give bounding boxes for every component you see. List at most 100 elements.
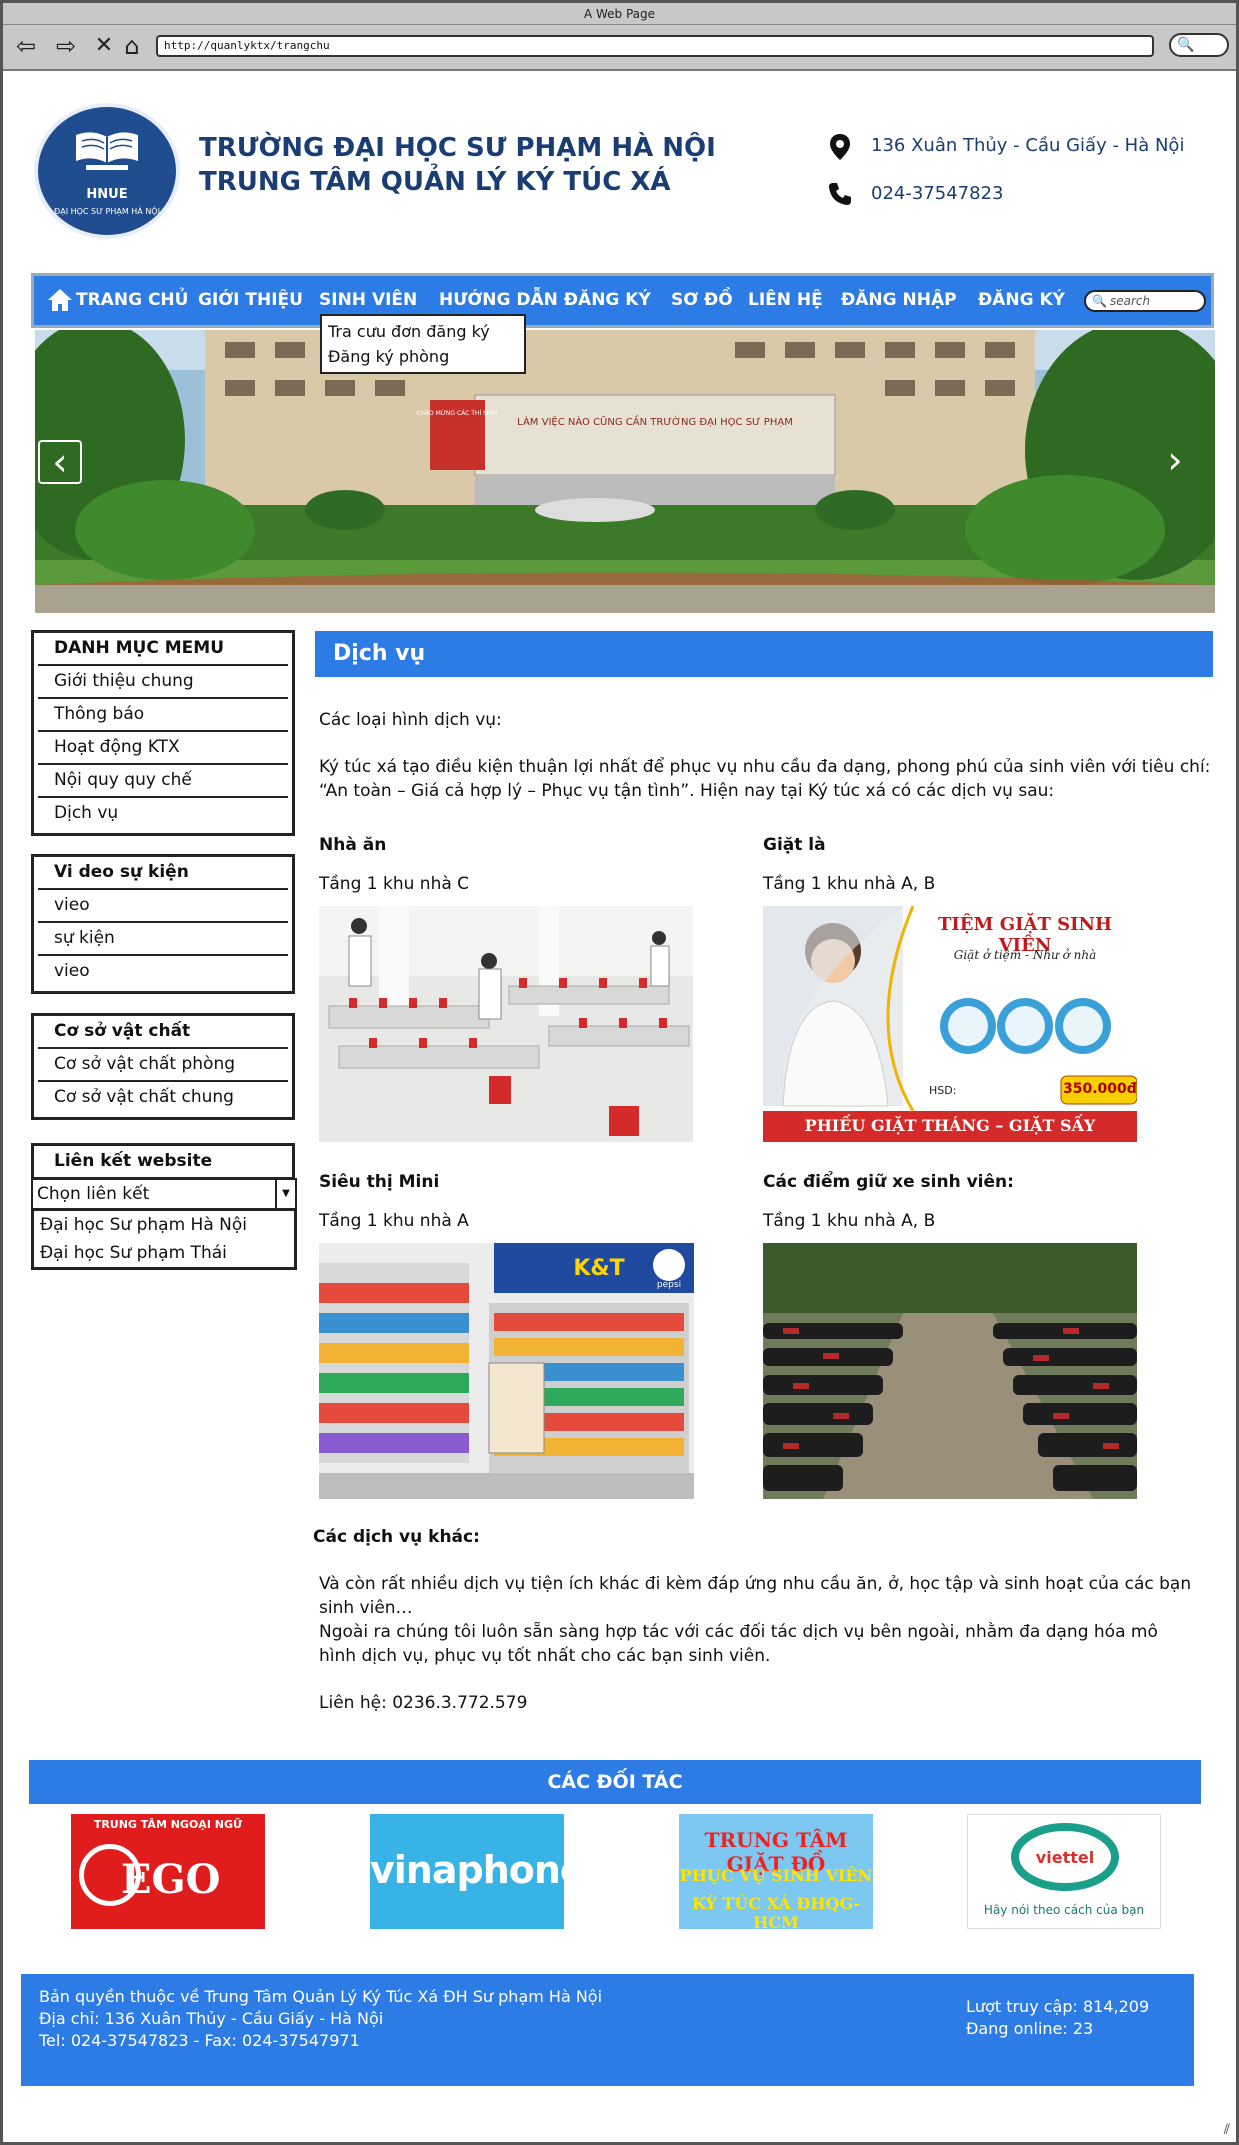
category-menu-title: DANH MỤC MEMU <box>38 633 288 666</box>
window-title: A Web Page <box>3 3 1236 25</box>
menu-guide[interactable]: HƯỚNG DẪN ĐĂNG KÝ <box>439 290 651 310</box>
partner-ego-logo[interactable]: TRUNG TÂM NGOẠI NGỮ EGO <box>71 1814 265 1929</box>
services-intro: Các loại hình dịch vụ: <box>319 710 502 730</box>
partner-laundry-logo[interactable]: TRUNG TÂM GIẶT ĐỒ PHỤC VỤ SINH VIÊN KÝ T… <box>679 1814 873 1929</box>
page-title: Dịch vụ <box>315 631 1213 677</box>
link-option[interactable]: Đại học Sư phạm Thái <box>40 1239 294 1267</box>
menu-login[interactable]: ĐĂNG NHẬP <box>841 290 957 310</box>
resize-handle-icon[interactable]: ⫽ <box>1224 2122 1230 2138</box>
school-logo[interactable]: HNUE ĐẠI HỌC SƯ PHẠM HÀ NỘI <box>34 103 180 239</box>
other-services-title: Các dịch vụ khác: <box>313 1527 480 1547</box>
pepsi-label: pepsi <box>657 1280 681 1290</box>
menu-about[interactable]: GIỚI THIỆU <box>198 290 303 310</box>
forward-icon[interactable]: ⇨ <box>53 33 79 59</box>
video-box: Vi deo sự kiện vieo sự kiện vieo <box>31 854 295 994</box>
service-location: Tầng 1 khu nhà C <box>319 874 470 894</box>
school-title: TRƯỜNG ĐẠI HỌC SƯ PHẠM HÀ NỘI TRUNG TÂM … <box>199 131 716 199</box>
school-name: TRƯỜNG ĐẠI HỌC SƯ PHẠM HÀ NỘI <box>199 133 716 163</box>
menu-home[interactable]: TRANG CHỦ <box>76 290 188 310</box>
viettel-slogan: Hãy nói theo cách của bạn <box>983 1903 1145 1917</box>
site-footer: Bản quyền thuộc về Trung Tâm Quản Lý Ký … <box>21 1974 1194 2086</box>
partner-viettel-logo[interactable]: viettel Hãy nói theo cách của bạn <box>967 1814 1161 1929</box>
footer-stats: Lượt truy cập: 814,209 Đang online: 23 <box>966 1996 1149 2040</box>
main-menu: TRANG CHỦ GIỚI THIỆU SINH VIÊN HƯỚNG DẪN… <box>31 273 1214 328</box>
hero-banner: LÀM VIỆC NÀO CŨNG CẦN TRƯỜNG ĐẠI HỌC SƯ … <box>35 330 1215 613</box>
address-bar[interactable]: http://quanlyktx/trangchu <box>156 35 1154 57</box>
laundry-ad-price: 350.000đ <box>1063 1081 1137 1097</box>
sidebar-item-intro[interactable]: Giới thiệu chung <box>38 666 288 699</box>
phone-icon <box>826 181 854 209</box>
map-pin-icon <box>826 133 854 161</box>
dropdown-item-room[interactable]: Đăng ký phòng <box>328 344 518 369</box>
ego-text: EGO <box>121 1856 221 1903</box>
video-item[interactable]: vieo <box>38 890 288 923</box>
site-search-input[interactable]: 🔍 search <box>1084 290 1206 312</box>
links-box-title: Liên kết website <box>54 1151 213 1171</box>
other-services-p1: Và còn rất nhiều dịch vụ tiện ích khác đ… <box>319 1574 1192 1618</box>
service-name: Giặt là <box>763 835 826 855</box>
footer-phone: Tel: 024-37547823 - Fax: 024-37547971 <box>39 2031 360 2050</box>
logo-text: HNUE <box>86 187 128 202</box>
service-name: Siêu thị Mini <box>319 1172 440 1192</box>
facility-item-room[interactable]: Cơ sở vật chất phòng <box>38 1049 288 1082</box>
facility-box: Cơ sở vật chất Cơ sở vật chất phòng Cơ s… <box>31 1013 295 1120</box>
video-item[interactable]: vieo <box>38 956 288 989</box>
dropdown-item-lookup[interactable]: Tra cưu đơn đăng ký <box>328 319 518 344</box>
menu-students[interactable]: SINH VIÊN <box>319 290 417 310</box>
sidebar-item-notice[interactable]: Thông báo <box>38 699 288 732</box>
stop-icon[interactable]: ✕ <box>91 33 117 59</box>
ego-top-text: TRUNG TÂM NGOẠI NGỮ <box>93 1818 243 1831</box>
phone-text: 024-37547823 <box>871 183 1004 204</box>
book-icon <box>76 132 138 170</box>
partners-title: CÁC ĐỐI TÁC <box>29 1760 1201 1804</box>
search-icon: 🔍 <box>1177 37 1195 53</box>
online-count: Đang online: 23 <box>966 2019 1094 2038</box>
building-banner-text: LÀM VIỆC NÀO CŨNG CẦN TRƯỜNG ĐẠI HỌC SƯ … <box>517 414 793 428</box>
service-name: Các điểm giữ xe sinh viên: <box>763 1172 1014 1192</box>
campus-photo: LÀM VIỆC NÀO CŨNG CẦN TRƯỜNG ĐẠI HỌC SƯ … <box>35 330 1215 613</box>
video-item[interactable]: sự kiện <box>38 923 288 956</box>
address-text: 136 Xuân Thủy - Cầu Giấy - Hà Nội <box>871 135 1185 156</box>
facility-box-title: Cơ sở vật chất <box>38 1016 288 1049</box>
search-placeholder: search <box>1110 294 1151 308</box>
header-contact: 136 Xuân Thủy - Cầu Giấy - Hà Nội 024-37… <box>826 131 1184 227</box>
links-box: Liên kết website <box>31 1143 295 1180</box>
home-icon[interactable] <box>46 286 74 314</box>
banner-next-button[interactable]: › <box>1153 440 1197 484</box>
back-icon[interactable]: ⇦ <box>13 33 39 59</box>
minimart-photo: K&T pepsi <box>319 1243 694 1499</box>
footer-info: Bản quyền thuộc về Trung Tâm Quản Lý Ký … <box>39 1986 602 2052</box>
service-contact: Liên hệ: 0236.3.772.579 <box>319 1693 528 1713</box>
browser-search[interactable]: 🔍 <box>1169 33 1229 57</box>
visit-count: Lượt truy cập: 814,209 <box>966 1997 1150 2016</box>
menu-register[interactable]: ĐĂNG KÝ <box>978 290 1065 310</box>
sidebar-item-activity[interactable]: Hoạt động KTX <box>38 732 288 765</box>
link-options: Đại học Sư phạm Hà Nội Đại học Sư phạm T… <box>31 1208 297 1270</box>
sidebar-item-rules[interactable]: Nội quy quy chế <box>38 765 288 798</box>
service-location: Tầng 1 khu nhà A, B <box>763 1211 936 1231</box>
footer-copyright: Bản quyền thuộc về Trung Tâm Quản Lý Ký … <box>39 1987 603 2006</box>
sidebar-item-services[interactable]: Dịch vụ <box>38 798 288 831</box>
vinaphone-text: vinaphone <box>370 1848 564 1892</box>
home-icon[interactable]: ⌂ <box>119 33 145 59</box>
laundry-partner-line2: PHỤC VỤ SINH VIÊN <box>679 1866 873 1885</box>
partner-vinaphone-logo[interactable]: vinaphone <box>370 1814 564 1929</box>
viettel-text: viettel <box>1036 1848 1094 1867</box>
menu-map[interactable]: SƠ ĐỒ <box>671 290 733 310</box>
link-option[interactable]: Đại học Sư phạm Hà Nội <box>40 1211 294 1239</box>
facility-item-common[interactable]: Cơ sở vật chất chung <box>38 1082 288 1115</box>
address-row: 136 Xuân Thủy - Cầu Giấy - Hà Nội <box>826 131 1184 179</box>
chevron-down-icon[interactable]: ▼ <box>275 1180 295 1208</box>
canteen-photo <box>319 906 693 1142</box>
other-services-p2: Ngoài ra chúng tôi luôn sẵn sàng hợp tác… <box>319 1622 1158 1666</box>
link-select[interactable]: Chọn liên kết ▼ <box>31 1178 297 1210</box>
center-name: TRUNG TÂM QUẢN LÝ KÝ TÚC XÁ <box>199 167 671 197</box>
menu-contact[interactable]: LIÊN HỆ <box>748 290 823 310</box>
logo-subtext: ĐẠI HỌC SƯ PHẠM HÀ NỘI <box>54 207 160 216</box>
minimart-sign: K&T <box>573 1256 624 1281</box>
laundry-ad: TIỆM GIẶT SINH VIÊN Giặt ở tiệm - Như ở … <box>763 906 1137 1142</box>
banner-prev-button[interactable]: ‹ <box>38 440 82 484</box>
laundry-ad-footer: PHIẾU GIẶT THÁNG – GIẶT SẤY <box>804 1116 1096 1135</box>
search-icon: 🔍 <box>1092 294 1107 308</box>
browser-window: A Web Page ⇦ ⇨ ✕ ⌂ http://quanlyktx/tran… <box>0 0 1239 2145</box>
